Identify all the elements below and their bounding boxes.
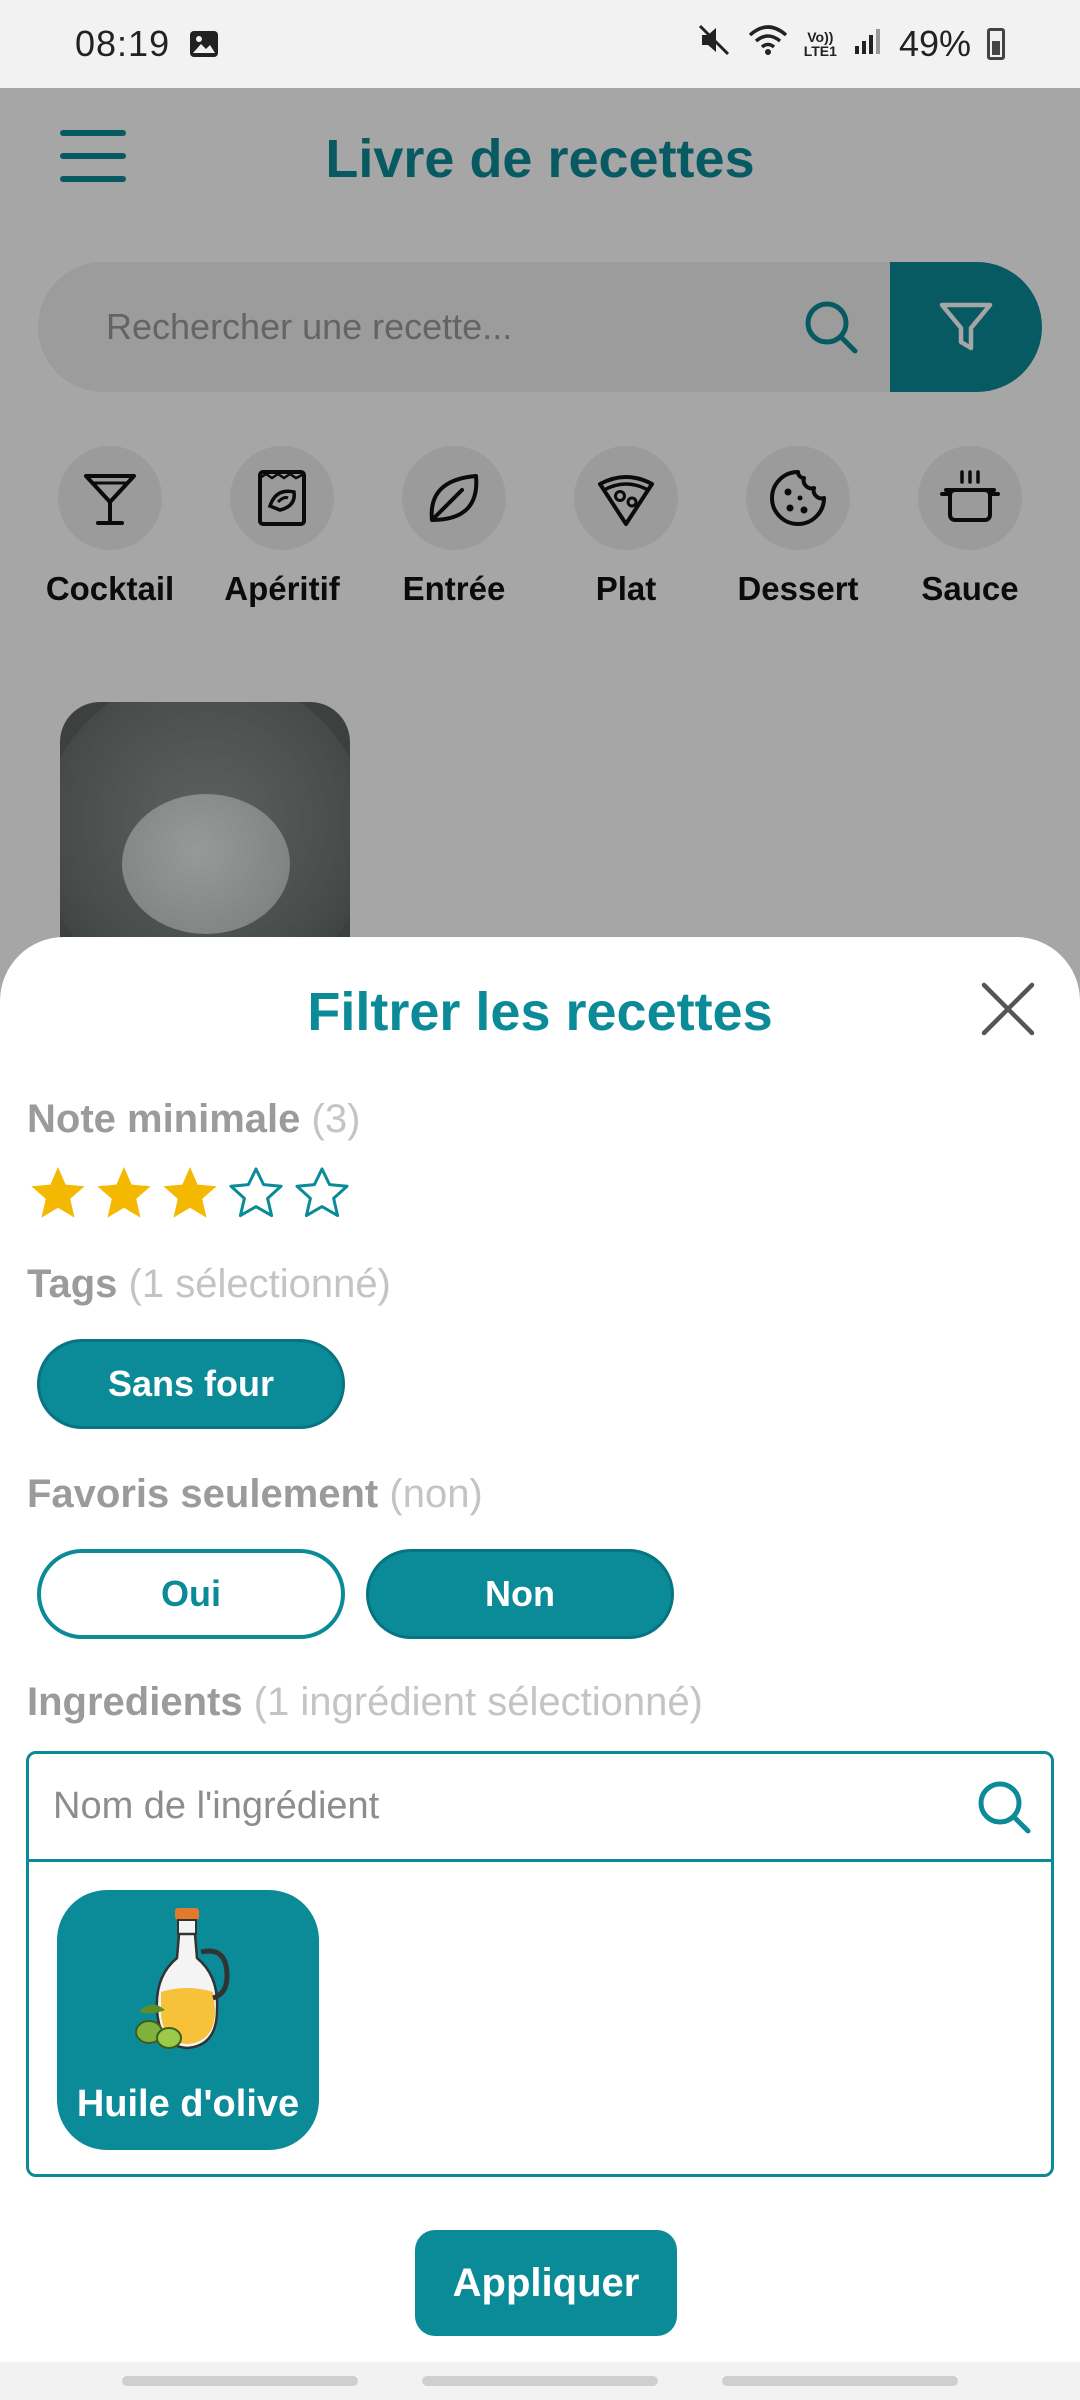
filter-bottom-sheet: Filtrer les recettes Note minimale (3) T… [0,937,1080,2400]
volte-label: Vo)) [807,29,834,45]
olive-oil-icon [135,1908,230,2050]
wifi-icon [748,23,788,66]
lte-label: LTE1 [803,43,837,59]
star-3-filled-icon[interactable] [159,1163,221,1225]
nav-home-handle[interactable] [422,2376,658,2386]
tag-chip-sans-four[interactable]: Sans four [37,1339,345,1429]
ingredients-panel: Nom de l'ingrédient Huile d'olive [26,1751,1054,2177]
battery-percent: 49% [898,23,971,64]
star-2-filled-icon[interactable] [93,1163,155,1225]
tags-count: (1 sélectionné) [128,1262,391,1306]
status-bar: 08:19 Vo)) LTE1 49% [0,0,1080,88]
favorites-no-button[interactable]: Non [366,1549,674,1639]
ingredients-count: (1 ingrédient sélectionné) [253,1680,703,1724]
lte-indicator: Vo)) LTE1 [804,30,837,58]
signal-icon [853,23,883,65]
nav-recents-handle[interactable] [122,2376,358,2386]
search-icon[interactable] [975,1778,1033,1846]
favorites-state: (non) [389,1472,483,1516]
apply-button[interactable]: Appliquer [415,2230,677,2336]
ingredient-search-input[interactable]: Nom de l'ingrédient [29,1754,1051,1862]
ingredient-chip-label: Huile d'olive [76,2083,300,2125]
rating-label: Note minimale [27,1097,301,1141]
tags-section-label: Tags (1 sélectionné) [27,1262,391,1307]
rating-section-label: Note minimale (3) [27,1097,360,1142]
ingredients-label: Ingredients [27,1680,243,1724]
favorites-yes-button[interactable]: Oui [37,1549,345,1639]
close-button[interactable] [976,977,1040,1041]
battery-icon [987,28,1005,60]
star-4-empty-icon[interactable] [225,1163,287,1225]
system-navigation-bar [0,2362,1080,2400]
favorites-label: Favoris seulement [27,1472,379,1516]
gallery-notification-icon [188,28,220,60]
rating-stars [27,1163,353,1225]
favorites-section-label: Favoris seulement (non) [27,1472,483,1517]
ingredient-search-placeholder: Nom de l'ingrédient [53,1785,380,1827]
mute-icon [696,22,732,67]
ingredient-chip-huile-olive[interactable]: Huile d'olive [57,1890,319,2150]
status-time: 08:19 [75,23,171,64]
tags-label: Tags [27,1262,118,1306]
filter-title: Filtrer les recettes [307,982,773,1042]
star-5-empty-icon[interactable] [291,1163,353,1225]
rating-count: (3) [311,1097,361,1141]
nav-back-handle[interactable] [722,2376,958,2386]
star-1-filled-icon[interactable] [27,1163,89,1225]
ingredients-section-label: Ingredients (1 ingrédient sélectionné) [27,1680,703,1725]
close-icon [981,982,1035,1036]
